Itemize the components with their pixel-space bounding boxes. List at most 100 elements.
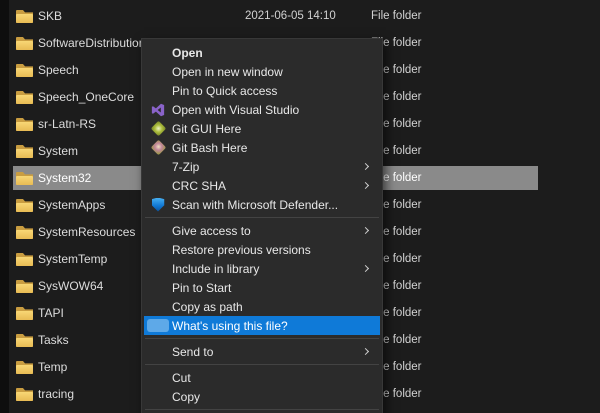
folder-name: TAPI [38, 306, 64, 320]
menu-item-label: Open [172, 46, 203, 60]
menu-item-icon-slot [144, 195, 172, 214]
menu-item-pin-to-start[interactable]: Pin to Start [144, 278, 380, 297]
menu-item-icon-slot [144, 259, 172, 278]
whats-using-icon [147, 319, 169, 332]
pane-edge-strip [0, 0, 9, 413]
menu-separator [145, 409, 379, 410]
menu-item-label: CRC SHA [172, 179, 226, 193]
menu-item-git-bash-here[interactable]: Git Bash Here [144, 138, 380, 157]
menu-item-include-in-library[interactable]: Include in library [144, 259, 380, 278]
menu-item-7-zip[interactable]: 7-Zip [144, 157, 380, 176]
menu-item-copy-as-path[interactable]: Copy as path [144, 297, 380, 316]
menu-item-icon-slot [144, 43, 172, 62]
menu-item-pin-to-quick-access[interactable]: Pin to Quick access [144, 81, 380, 100]
menu-item-label: Scan with Microsoft Defender... [172, 198, 338, 212]
menu-item-icon-slot [144, 316, 172, 335]
menu-item-label: 7-Zip [172, 160, 199, 174]
date-modified: 2021-06-05 14:10 [245, 10, 336, 22]
menu-item-restore-previous-versions[interactable]: Restore previous versions [144, 240, 380, 259]
menu-item-label: Restore previous versions [172, 243, 311, 257]
menu-item-icon-slot [144, 119, 172, 138]
menu-separator [145, 338, 379, 339]
menu-item-what-s-using-this-file[interactable]: What's using this file? [144, 316, 380, 335]
folder-icon [16, 145, 33, 158]
context-menu: Open Open in new window Pin to Quick acc… [141, 38, 383, 413]
folder-name: Speech [38, 63, 79, 77]
defender-icon [152, 198, 165, 212]
menu-item-label: Open with Visual Studio [172, 103, 299, 117]
menu-item-label: Give access to [172, 224, 251, 238]
chevron-right-icon [362, 348, 369, 355]
chevron-right-icon [362, 265, 369, 272]
file-row-skb[interactable]: SKB 2021-06-05 14:10 File folder [9, 3, 600, 30]
menu-item-open-with-visual-studio[interactable]: Open with Visual Studio [144, 100, 380, 119]
folder-icon [16, 253, 33, 266]
file-explorer-window: SKB 2021-06-05 14:10 File folder Softwar… [0, 0, 600, 413]
folder-name: SKB [38, 9, 62, 23]
menu-item-give-access-to[interactable]: Give access to [144, 221, 380, 240]
folder-name: SoftwareDistribution [38, 36, 145, 50]
menu-item-icon-slot [144, 176, 172, 195]
menu-separator [145, 217, 379, 218]
menu-item-label: Git GUI Here [172, 122, 241, 136]
menu-item-icon-slot [144, 100, 172, 119]
menu-item-label: Include in library [172, 262, 259, 276]
git-gui-icon [150, 121, 166, 137]
folder-icon [16, 199, 33, 212]
folder-name: SystemTemp [38, 252, 107, 266]
menu-item-open-in-new-window[interactable]: Open in new window [144, 62, 380, 81]
folder-icon [16, 10, 33, 23]
folder-icon [16, 172, 33, 185]
folder-name: tracing [38, 387, 74, 401]
menu-item-send-to[interactable]: Send to [144, 342, 380, 361]
chevron-right-icon [362, 163, 369, 170]
menu-item-icon-slot [144, 81, 172, 100]
menu-item-icon-slot [144, 342, 172, 361]
folder-name: System [38, 144, 78, 158]
chevron-right-icon [362, 227, 369, 234]
file-type: File folder [371, 10, 422, 22]
chevron-right-icon [362, 182, 369, 189]
menu-item-open[interactable]: Open [144, 43, 380, 62]
menu-item-label: Copy [172, 390, 200, 404]
menu-item-icon-slot [144, 221, 172, 240]
menu-item-label: Open in new window [172, 65, 283, 79]
menu-item-label: What's using this file? [172, 319, 288, 333]
menu-item-icon-slot [144, 387, 172, 406]
folder-name: Speech_OneCore [38, 90, 134, 104]
folder-name: sr-Latn-RS [38, 117, 96, 131]
menu-separator [145, 364, 379, 365]
menu-item-label: Cut [172, 371, 191, 385]
menu-item-label: Send to [172, 345, 213, 359]
folder-name: SystemApps [38, 198, 105, 212]
folder-name: Temp [38, 360, 67, 374]
folder-name: SysWOW64 [38, 279, 103, 293]
menu-item-git-gui-here[interactable]: Git GUI Here [144, 119, 380, 138]
folder-icon [16, 388, 33, 401]
menu-item-crc-sha[interactable]: CRC SHA [144, 176, 380, 195]
menu-item-label: Copy as path [172, 300, 243, 314]
folder-icon [16, 118, 33, 131]
menu-item-cut[interactable]: Cut [144, 368, 380, 387]
folder-icon [16, 280, 33, 293]
menu-item-icon-slot [144, 157, 172, 176]
folder-icon [16, 334, 33, 347]
menu-item-label: Pin to Start [172, 281, 231, 295]
folder-icon [16, 37, 33, 50]
folder-name: System32 [38, 171, 91, 185]
menu-item-label: Git Bash Here [172, 141, 247, 155]
menu-item-icon-slot [144, 278, 172, 297]
visual-studio-icon [151, 103, 165, 117]
folder-icon [16, 307, 33, 320]
git-bash-icon [150, 140, 166, 156]
menu-item-scan-with-microsoft-defender[interactable]: Scan with Microsoft Defender... [144, 195, 380, 214]
menu-item-copy[interactable]: Copy [144, 387, 380, 406]
menu-item-icon-slot [144, 62, 172, 81]
folder-icon [16, 64, 33, 77]
menu-item-label: Pin to Quick access [172, 84, 277, 98]
menu-item-icon-slot [144, 138, 172, 157]
folder-icon [16, 91, 33, 104]
menu-item-icon-slot [144, 368, 172, 387]
menu-item-icon-slot [144, 240, 172, 259]
menu-item-icon-slot [144, 297, 172, 316]
